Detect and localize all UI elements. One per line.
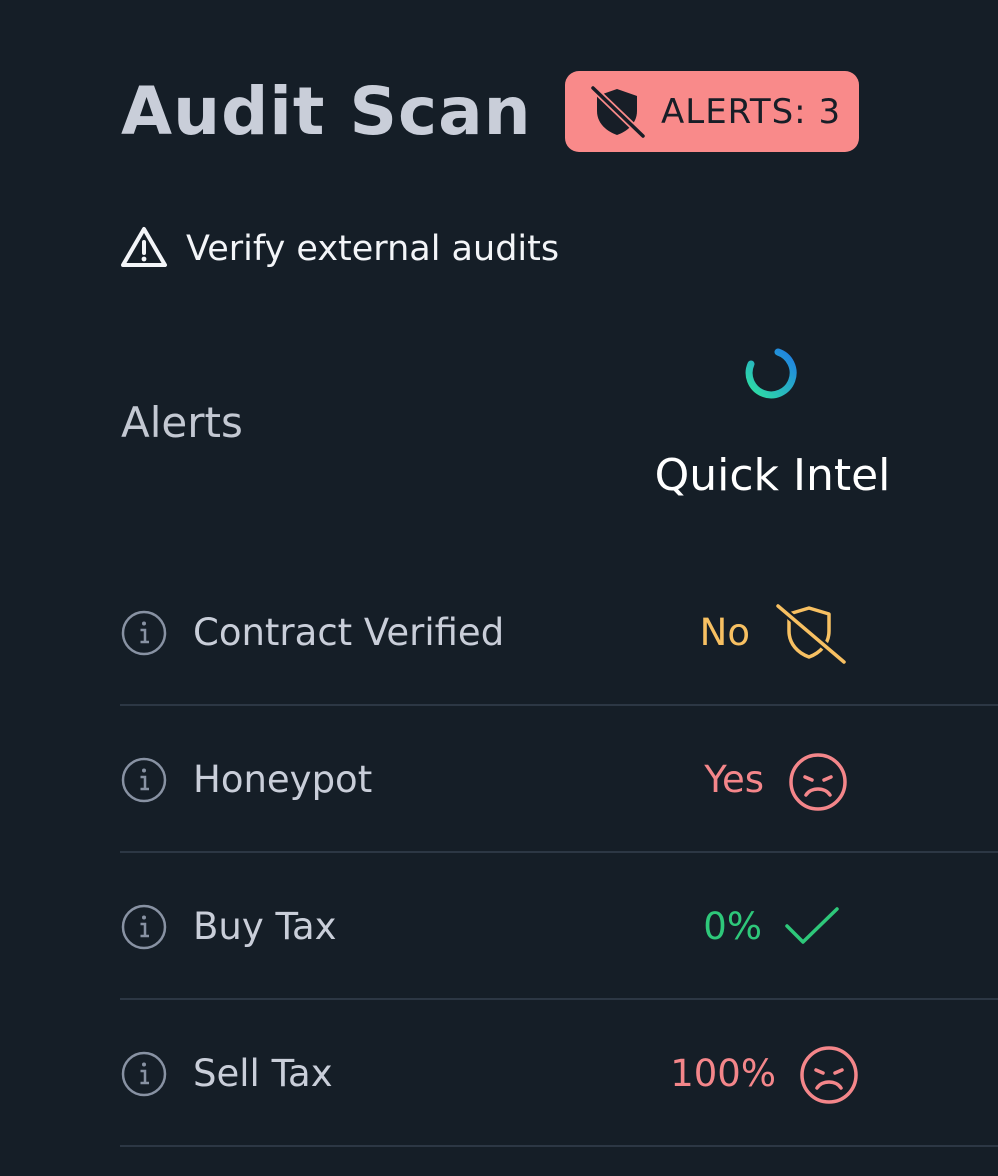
- shield-off-icon: [772, 600, 850, 670]
- audit-scan-panel: Audit Scan ALERTS: 3 Verify external aud…: [0, 0, 998, 1176]
- row-label: Contract Verified: [193, 611, 505, 654]
- row-label: Honeypot: [193, 758, 373, 801]
- alerts-badge[interactable]: ALERTS: 3: [565, 71, 859, 152]
- info-icon[interactable]: [120, 756, 168, 804]
- quick-intel-logo-icon: [738, 342, 804, 408]
- check-icon: [784, 906, 840, 950]
- alerts-column-heading: Alerts: [121, 398, 243, 447]
- row-value: 0%: [703, 905, 762, 948]
- row-value: No: [699, 611, 750, 654]
- warning-text: Verify external audits: [186, 229, 560, 269]
- page-title: Audit Scan: [121, 73, 532, 150]
- info-icon[interactable]: [120, 609, 168, 657]
- provider-name: Quick Intel: [654, 450, 891, 501]
- external-audit-warning: Verify external audits: [120, 222, 559, 276]
- alerts-count: ALERTS: 3: [661, 91, 842, 132]
- sad-face-icon: [787, 751, 849, 817]
- row-label: Sell Tax: [193, 1052, 333, 1095]
- info-icon[interactable]: [120, 903, 168, 951]
- table-row: Sell Tax 100%: [120, 1001, 998, 1147]
- warning-triangle-icon: [120, 225, 168, 273]
- shield-off-icon: [587, 84, 647, 139]
- row-value: 100%: [670, 1052, 776, 1095]
- table-row: Honeypot Yes: [120, 707, 998, 853]
- row-label: Buy Tax: [193, 905, 337, 948]
- table-row: Contract Verified No: [120, 560, 998, 706]
- info-icon[interactable]: [120, 1050, 168, 1098]
- sad-face-icon: [798, 1044, 860, 1110]
- table-row: Buy Tax 0%: [120, 854, 998, 1000]
- row-value: Yes: [704, 758, 764, 801]
